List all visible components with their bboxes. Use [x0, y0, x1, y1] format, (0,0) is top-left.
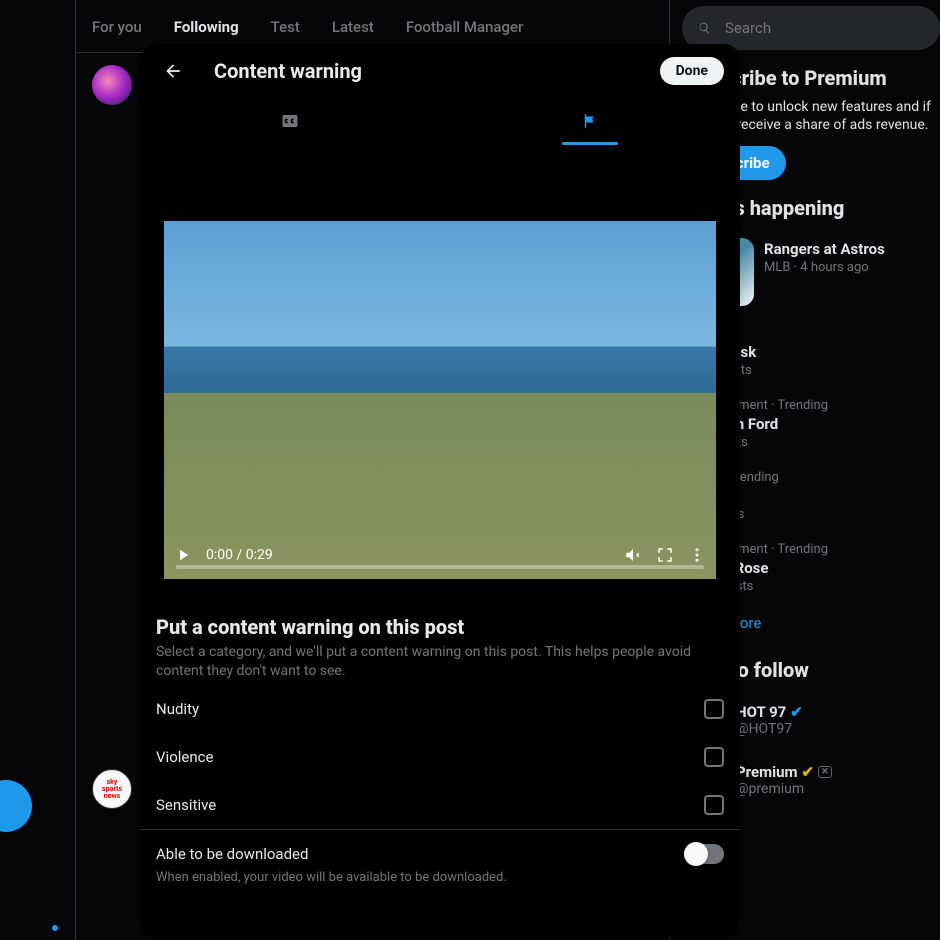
checkbox[interactable]	[704, 699, 724, 719]
option-label: Violence	[156, 748, 213, 766]
content-warning-modal: Content warning Done 0:00 / 0:29	[140, 44, 740, 938]
modal-tabs	[140, 97, 740, 145]
closed-caption-icon	[281, 112, 299, 130]
video-time: 0:00 / 0:29	[206, 547, 273, 563]
content-warning-section: Put a content warning on this post Selec…	[140, 603, 740, 685]
back-button[interactable]	[156, 54, 190, 88]
play-icon[interactable]	[174, 546, 192, 564]
done-button[interactable]: Done	[660, 57, 724, 85]
checkbox[interactable]	[704, 795, 724, 815]
modal-tab-flag[interactable]	[440, 97, 740, 145]
option-label: Sensitive	[156, 796, 216, 814]
modal-header: Content warning Done	[140, 44, 740, 97]
checkbox[interactable]	[704, 747, 724, 767]
download-toggle[interactable]	[684, 844, 724, 864]
video-controls: 0:00 / 0:29	[164, 531, 716, 579]
flag-icon	[581, 112, 599, 130]
download-title: Able to be downloaded	[156, 845, 308, 863]
modal-scrim[interactable]: Content warning Done 0:00 / 0:29	[0, 0, 940, 940]
cw-description: Select a category, and we'll put a conte…	[156, 643, 724, 681]
arrow-left-icon	[163, 61, 183, 81]
modal-tab-captions[interactable]	[140, 97, 440, 145]
option-nudity[interactable]: Nudity	[140, 685, 740, 733]
modal-title: Content warning	[214, 59, 636, 83]
video-frame	[164, 221, 716, 579]
option-sensitive[interactable]: Sensitive	[140, 781, 740, 829]
mute-icon[interactable]	[624, 546, 642, 564]
video-preview-area: 0:00 / 0:29	[140, 145, 740, 603]
video-seekbar[interactable]	[176, 565, 704, 569]
option-violence[interactable]: Violence	[140, 733, 740, 781]
fullscreen-icon[interactable]	[656, 546, 674, 564]
download-section: Able to be downloaded When enabled, your…	[140, 829, 740, 899]
option-label: Nudity	[156, 700, 199, 718]
cw-heading: Put a content warning on this post	[156, 615, 724, 639]
video-player[interactable]: 0:00 / 0:29	[164, 221, 716, 579]
download-description: When enabled, your video will be availab…	[156, 870, 724, 885]
more-icon[interactable]	[688, 546, 706, 564]
